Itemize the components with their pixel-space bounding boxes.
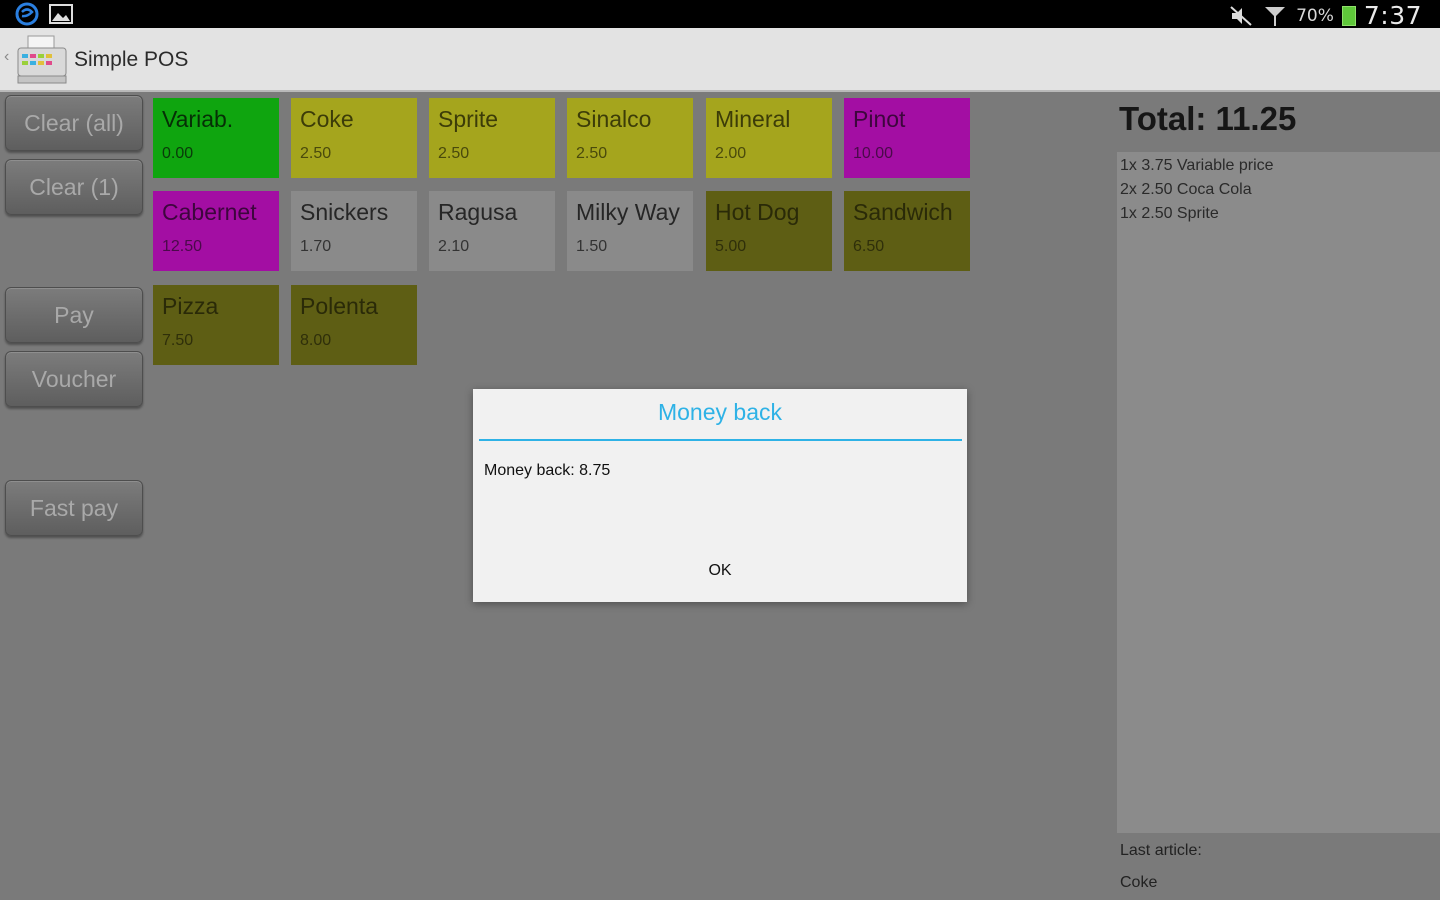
product-tile-polenta[interactable]: Polenta 8.00 bbox=[291, 285, 417, 365]
product-price: 2.50 bbox=[438, 145, 470, 162]
dialog-title: Money back bbox=[657, 399, 782, 425]
fast-pay-button[interactable]: Fast pay bbox=[5, 480, 143, 536]
dialog-divider bbox=[479, 439, 962, 441]
clock: 7:37 bbox=[1363, 1, 1422, 30]
product-price: 1.50 bbox=[576, 238, 608, 255]
product-name: Pizza bbox=[162, 293, 219, 319]
receipt-line[interactable]: 1x 2.50 Sprite bbox=[1120, 204, 1437, 228]
dialog-message: Money back: 8.75 bbox=[484, 462, 611, 479]
product-price: 0.00 bbox=[162, 145, 194, 162]
ok-button[interactable]: OK bbox=[473, 554, 967, 602]
product-name: Coke bbox=[300, 106, 354, 132]
last-article-label: Last article: bbox=[1120, 842, 1202, 859]
product-name: Milky Way bbox=[576, 199, 680, 225]
product-tile-ragusa[interactable]: Ragusa 2.10 bbox=[429, 191, 555, 271]
product-price: 12.50 bbox=[162, 238, 203, 255]
product-name: Sinalco bbox=[576, 106, 652, 132]
clear-one-button[interactable]: Clear (1) bbox=[5, 159, 143, 215]
product-name: Mineral bbox=[715, 106, 791, 132]
product-tile-snickers[interactable]: Snickers 1.70 bbox=[291, 191, 417, 271]
receipt-list[interactable]: 1x 3.75 Variable price 2x 2.50 Coca Cola… bbox=[1117, 152, 1440, 833]
receipt-line[interactable]: 1x 3.75 Variable price bbox=[1120, 156, 1437, 180]
product-tile-cabernet[interactable]: Cabernet 12.50 bbox=[153, 191, 279, 271]
product-name: Cabernet bbox=[162, 199, 257, 225]
product-price: 5.00 bbox=[715, 238, 747, 255]
product-tile-hot-dog[interactable]: Hot Dog 5.00 bbox=[706, 191, 832, 271]
product-price: 1.70 bbox=[300, 238, 332, 255]
s-app-icon bbox=[14, 2, 40, 26]
status-bar: 70% 7:37 bbox=[0, 0, 1440, 30]
product-tile-coke[interactable]: Coke 2.50 bbox=[291, 98, 417, 178]
clear-all-button[interactable]: Clear (all) bbox=[5, 95, 143, 151]
product-tile-sprite[interactable]: Sprite 2.50 bbox=[429, 98, 555, 178]
product-price: 2.50 bbox=[576, 145, 608, 162]
voucher-button[interactable]: Voucher bbox=[5, 351, 143, 407]
product-tile-mineral[interactable]: Mineral 2.00 bbox=[706, 98, 832, 178]
product-name: Sprite bbox=[438, 106, 499, 132]
product-name: Variab. bbox=[162, 106, 234, 132]
product-price: 2.00 bbox=[715, 145, 747, 162]
app-title: Simple POS bbox=[74, 48, 189, 71]
receipt-line[interactable]: 2x 2.50 Coca Cola bbox=[1120, 180, 1437, 204]
gallery-icon bbox=[48, 2, 74, 26]
product-tile-milky-way[interactable]: Milky Way 1.50 bbox=[567, 191, 693, 271]
product-tile-pinot[interactable]: Pinot 10.00 bbox=[844, 98, 970, 178]
product-tile-pizza[interactable]: Pizza 7.50 bbox=[153, 285, 279, 365]
battery-percent: 70% bbox=[1296, 5, 1334, 26]
product-name: Hot Dog bbox=[715, 199, 800, 225]
last-article-value: Coke bbox=[1120, 874, 1158, 891]
product-tile-sinalco[interactable]: Sinalco 2.50 bbox=[567, 98, 693, 178]
product-tile-variab[interactable]: Variab. 0.00 bbox=[153, 98, 279, 178]
product-name: Polenta bbox=[300, 293, 379, 319]
product-price: 2.10 bbox=[438, 238, 470, 255]
money-back-dialog: Money back Money back: 8.75 OK bbox=[473, 389, 967, 602]
product-price: 6.50 bbox=[853, 238, 885, 255]
product-price: 2.50 bbox=[300, 145, 332, 162]
pay-button[interactable]: Pay bbox=[5, 287, 143, 343]
signal-icon bbox=[1262, 4, 1288, 28]
up-caret-icon[interactable]: ‹ bbox=[4, 48, 9, 66]
product-price: 10.00 bbox=[853, 145, 894, 162]
product-name: Snickers bbox=[300, 199, 389, 225]
product-name: Ragusa bbox=[438, 199, 518, 225]
product-tile-sandwich[interactable]: Sandwich 6.50 bbox=[844, 191, 970, 271]
product-price: 7.50 bbox=[162, 332, 194, 349]
product-name: Sandwich bbox=[853, 199, 953, 225]
mute-icon bbox=[1228, 4, 1254, 28]
battery-icon bbox=[1341, 5, 1356, 26]
order-total: Total: 11.25 bbox=[1119, 100, 1297, 137]
cash-register-icon[interactable] bbox=[14, 32, 70, 86]
product-price: 8.00 bbox=[300, 332, 332, 349]
product-name: Pinot bbox=[853, 106, 906, 132]
action-bar: ‹ Simple POS bbox=[0, 28, 1440, 92]
